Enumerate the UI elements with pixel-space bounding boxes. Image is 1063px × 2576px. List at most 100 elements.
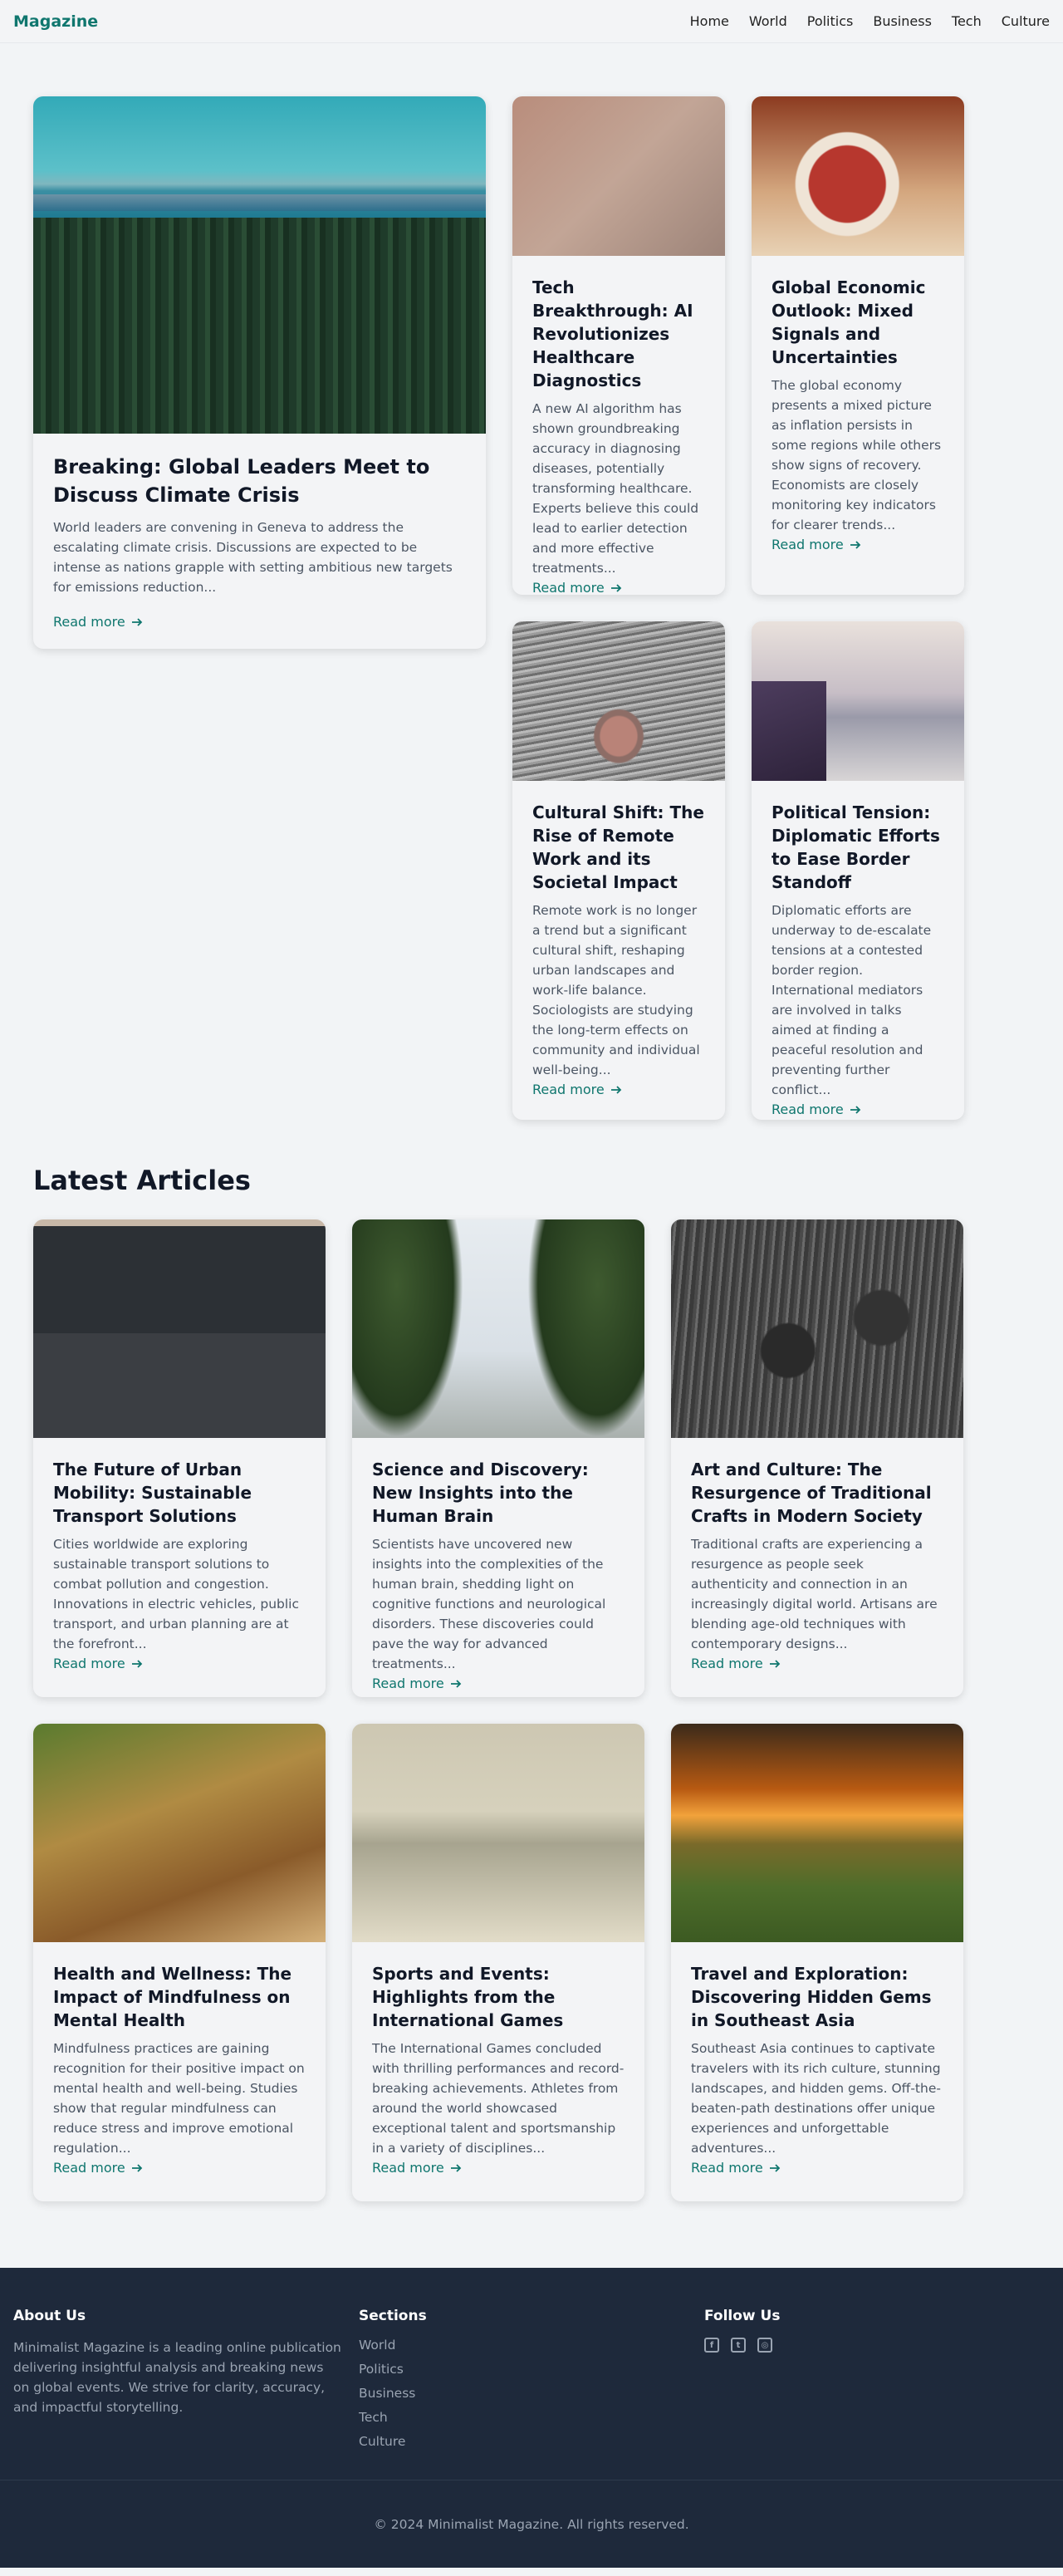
article-image <box>752 621 964 781</box>
article-image <box>352 1724 644 1942</box>
article-excerpt: Diplomatic efforts are underway to de-es… <box>772 903 932 1098</box>
read-more-label: Read more <box>772 1102 844 1118</box>
arrow-right-icon <box>131 618 143 626</box>
main-nav: Home World Politics Business Tech Cultur… <box>690 13 1050 29</box>
article-excerpt: Cities worldwide are exploring sustainab… <box>53 1537 299 1652</box>
article-image <box>671 1724 963 1942</box>
featured-card[interactable]: Cultural Shift: The Rise of Remote Work … <box>512 621 725 1120</box>
twitter-icon[interactable]: t <box>731 2338 746 2353</box>
featured-section: Breaking: Global Leaders Meet to Discuss… <box>33 43 1030 1120</box>
article-image <box>671 1219 963 1438</box>
article-excerpt: Traditional crafts are experiencing a re… <box>691 1537 938 1652</box>
footer-link-culture[interactable]: Culture <box>359 2434 704 2449</box>
article-excerpt: Remote work is no longer a trend but a s… <box>532 903 700 1078</box>
article-image <box>512 621 725 781</box>
article-title[interactable]: Global Economic Outlook: Mixed Signals a… <box>772 276 944 369</box>
article-card[interactable]: The Future of Urban Mobility: Sustainabl… <box>33 1219 326 1697</box>
footer-link-business[interactable]: Business <box>359 2386 704 2401</box>
arrow-right-icon <box>131 1659 143 1668</box>
read-more-link[interactable]: Read more <box>53 1656 306 1671</box>
main-content: Breaking: Global Leaders Meet to Discuss… <box>33 43 1030 2201</box>
article-title[interactable]: The Future of Urban Mobility: Sustainabl… <box>53 1458 306 1528</box>
featured-card[interactable]: Global Economic Outlook: Mixed Signals a… <box>752 96 964 595</box>
footer-link-world[interactable]: World <box>359 2338 704 2353</box>
article-excerpt: A new AI algorithm has shown groundbreak… <box>532 401 699 577</box>
arrow-right-icon <box>850 1106 861 1114</box>
article-image <box>33 1219 326 1438</box>
article-title[interactable]: Sports and Events: Highlights from the I… <box>372 1962 625 2032</box>
facebook-icon[interactable]: f <box>704 2338 719 2353</box>
read-more-link[interactable]: Read more <box>691 1656 943 1671</box>
latest-heading: Latest Articles <box>33 1165 251 1196</box>
read-more-label: Read more <box>53 1656 125 1672</box>
article-title[interactable]: Tech Breakthrough: AI Revolutionizes Hea… <box>532 276 705 392</box>
read-more-link[interactable]: Read more <box>772 537 944 552</box>
footer-follow-heading: Follow Us <box>704 2308 781 2324</box>
featured-main-card[interactable]: Breaking: Global Leaders Meet to Discuss… <box>33 96 486 649</box>
read-more-link[interactable]: Read more <box>532 580 705 595</box>
site-header: Magazine Home World Politics Business Te… <box>0 0 1063 43</box>
article-excerpt: The International Games concluded with t… <box>372 2041 625 2156</box>
read-more-label: Read more <box>691 2160 763 2176</box>
site-footer: About Us Minimalist Magazine is a leadin… <box>0 2268 1063 2568</box>
nav-tech[interactable]: Tech <box>952 13 982 29</box>
article-card[interactable]: Sports and Events: Highlights from the I… <box>352 1724 644 2201</box>
read-more-link[interactable]: Read more <box>53 2160 306 2176</box>
read-more-link[interactable]: Read more <box>372 1676 625 1691</box>
article-card[interactable]: Travel and Exploration: Discovering Hidd… <box>671 1724 963 2201</box>
arrow-right-icon <box>769 2163 781 2172</box>
read-more-label: Read more <box>53 2160 125 2176</box>
nav-business[interactable]: Business <box>873 13 932 29</box>
article-card[interactable]: Health and Wellness: The Impact of Mindf… <box>33 1724 326 2201</box>
arrow-right-icon <box>450 2163 462 2172</box>
article-image <box>512 96 725 256</box>
instagram-icon[interactable]: ◎ <box>757 2338 772 2353</box>
read-more-link[interactable]: Read more <box>53 614 466 630</box>
read-more-label: Read more <box>53 614 125 631</box>
footer-copyright: © 2024 Minimalist Magazine. All rights r… <box>0 2480 1063 2568</box>
footer-sections: Sections World Politics Business Tech Cu… <box>359 2308 704 2458</box>
arrow-right-icon <box>131 2163 143 2172</box>
read-more-label: Read more <box>691 1656 763 1672</box>
article-card[interactable]: Science and Discovery: New Insights into… <box>352 1219 644 1697</box>
nav-politics[interactable]: Politics <box>807 13 854 29</box>
article-title[interactable]: Cultural Shift: The Rise of Remote Work … <box>532 801 705 894</box>
article-title[interactable]: Art and Culture: The Resurgence of Tradi… <box>691 1458 943 1528</box>
read-more-label: Read more <box>532 1082 605 1098</box>
article-card[interactable]: Art and Culture: The Resurgence of Tradi… <box>671 1219 963 1697</box>
article-excerpt: The global economy presents a mixed pict… <box>772 378 942 533</box>
nav-world[interactable]: World <box>749 13 787 29</box>
brand-logo[interactable]: Magazine <box>13 12 98 31</box>
article-title[interactable]: Travel and Exploration: Discovering Hidd… <box>691 1962 943 2032</box>
read-more-link[interactable]: Read more <box>532 1082 705 1097</box>
arrow-right-icon <box>610 584 622 592</box>
footer-sections-heading: Sections <box>359 2308 427 2324</box>
nav-home[interactable]: Home <box>690 13 729 29</box>
footer-about-text: Minimalist Magazine is a leading online … <box>13 2340 341 2416</box>
article-image <box>352 1219 644 1438</box>
featured-main-image <box>33 96 486 434</box>
footer-link-politics[interactable]: Politics <box>359 2362 704 2377</box>
read-more-label: Read more <box>372 2160 444 2176</box>
arrow-right-icon <box>850 540 861 549</box>
read-more-label: Read more <box>772 537 844 553</box>
nav-culture[interactable]: Culture <box>1002 13 1050 29</box>
arrow-right-icon <box>769 1659 781 1668</box>
article-title[interactable]: Health and Wellness: The Impact of Mindf… <box>53 1962 306 2032</box>
arrow-right-icon <box>610 1086 622 1094</box>
article-excerpt: Mindfulness practices are gaining recogn… <box>53 2041 305 2156</box>
footer-follow: Follow Us f t ◎ <box>704 2308 1050 2458</box>
featured-main-title[interactable]: Breaking: Global Leaders Meet to Discuss… <box>53 454 466 509</box>
read-more-link[interactable]: Read more <box>372 2160 625 2176</box>
footer-link-tech[interactable]: Tech <box>359 2410 704 2425</box>
article-excerpt: Scientists have uncovered new insights i… <box>372 1537 606 1672</box>
featured-card[interactable]: Political Tension: Diplomatic Efforts to… <box>752 621 964 1120</box>
article-excerpt: Southeast Asia continues to captivate tr… <box>691 2041 941 2156</box>
article-title[interactable]: Science and Discovery: New Insights into… <box>372 1458 625 1528</box>
read-more-link[interactable]: Read more <box>772 1102 944 1117</box>
read-more-link[interactable]: Read more <box>691 2160 943 2176</box>
footer-about-heading: About Us <box>13 2308 86 2324</box>
article-title[interactable]: Political Tension: Diplomatic Efforts to… <box>772 801 944 894</box>
article-image <box>752 96 964 256</box>
featured-card[interactable]: Tech Breakthrough: AI Revolutionizes Hea… <box>512 96 725 595</box>
